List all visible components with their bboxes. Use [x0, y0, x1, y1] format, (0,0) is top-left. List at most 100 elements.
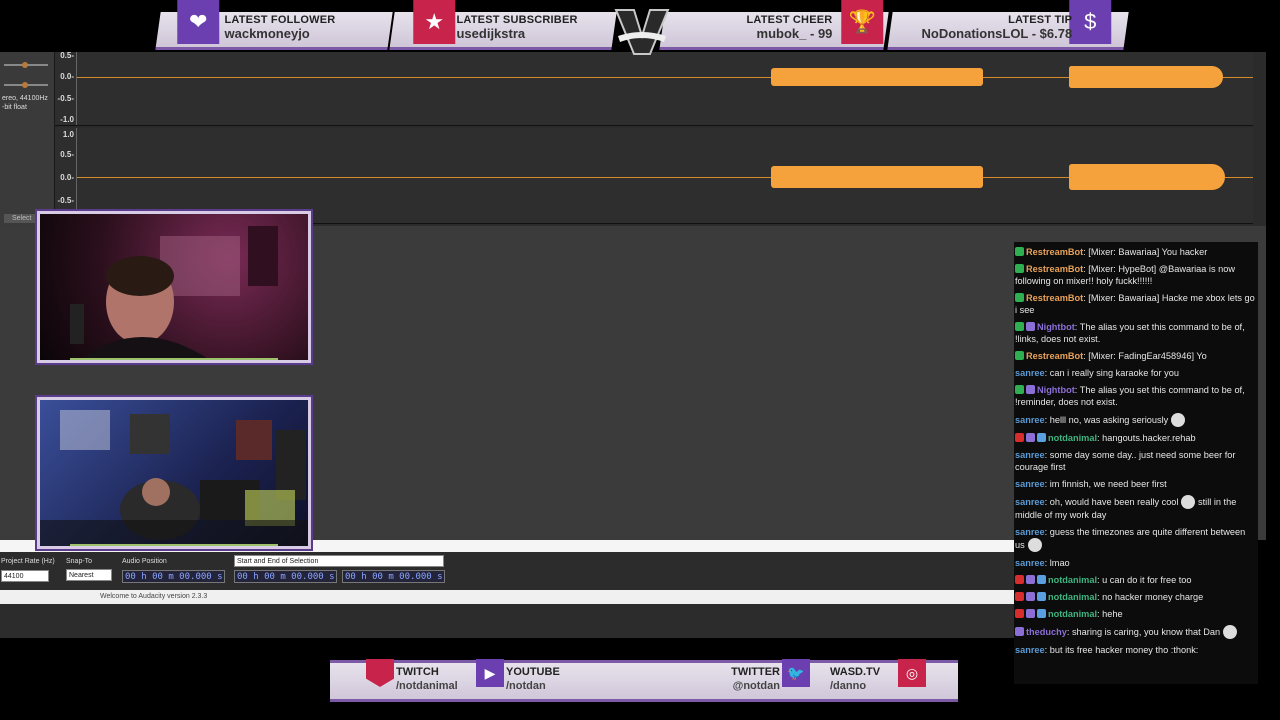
chat-username[interactable]: sanree — [1015, 479, 1045, 489]
scale-label: 0.0- — [60, 72, 74, 81]
latest-tip-value: NoDonationsLOL - $6.78 — [921, 26, 1073, 41]
chat-text: [Mixer: Bawariaa] You hacker — [1088, 247, 1208, 257]
chat-username[interactable]: sanree — [1015, 645, 1045, 655]
star-badge-icon — [1026, 433, 1035, 442]
chat-message: notdanimal: hehe — [1015, 608, 1255, 620]
chat-username[interactable]: notdanimal — [1048, 433, 1097, 443]
chat-username[interactable]: theduchy — [1026, 627, 1067, 637]
mod-badge-icon — [1026, 322, 1035, 331]
chat-username[interactable]: RestreamBot — [1026, 247, 1083, 257]
status-bar: Welcome to Audacity version 2.3.3 — [0, 590, 1014, 604]
chat-username[interactable]: sanree — [1015, 450, 1045, 460]
pan-slider[interactable] — [4, 82, 48, 88]
track-2-scale: 1.0 0.5- 0.0- -0.5- — [55, 128, 77, 223]
chat-username[interactable]: sanree — [1015, 368, 1045, 378]
audio-position-label: Audio Position — [122, 558, 167, 565]
waveform-clip — [771, 68, 983, 86]
twitter-handle: @notdan — [732, 680, 780, 692]
chat-text: hangouts.hacker.rehab — [1102, 433, 1196, 443]
chat-username[interactable]: sanree — [1015, 497, 1045, 507]
track-format-info: ereo, 44100Hz -bit float — [2, 95, 48, 111]
scale-label: -1.0 — [60, 115, 74, 124]
youtube-icon: ▶ — [476, 659, 504, 687]
sub-badge-icon — [1037, 575, 1046, 584]
chat-text: helll no, was asking seriously — [1049, 415, 1169, 425]
select-button[interactable]: Select — [4, 214, 40, 223]
youtube-handle: /notdan — [506, 680, 546, 692]
webcam-room — [37, 397, 311, 549]
chat-message: RestreamBot: [Mixer: Bawariaa] Hacke me … — [1015, 293, 1255, 315]
broadcaster-badge-icon — [1015, 609, 1024, 618]
mod-badge-icon — [1026, 385, 1035, 394]
broadcaster-badge-icon — [1015, 433, 1024, 442]
chat-username[interactable]: RestreamBot — [1026, 264, 1083, 274]
project-rate-label: Project Rate (Hz) — [1, 558, 55, 565]
star-badge-icon — [1026, 592, 1035, 601]
scale-label: 0.5- — [60, 150, 74, 159]
twitch-icon — [366, 659, 394, 687]
chat-message: sanree: helll no, was asking seriously — [1015, 413, 1255, 427]
heart-icon: ❤ — [177, 0, 220, 44]
scale-label: 0.0- — [60, 173, 74, 182]
webcam-face — [37, 211, 311, 363]
chat-username[interactable]: sanree — [1015, 558, 1045, 568]
audio-track-1[interactable]: 0.5- 0.0- -0.5- -1.0 — [55, 51, 1253, 126]
chat-username[interactable]: Nightbot — [1037, 322, 1075, 332]
sub-badge-icon — [1037, 609, 1046, 618]
twitch-label: TWITCH — [396, 666, 439, 678]
audio-position-field[interactable]: 00 h 00 m 00.000 s — [122, 570, 225, 583]
latest-subscriber-panel: ★ LATEST SUBSCRIBER usedijkstra — [389, 0, 617, 50]
chat-username[interactable]: RestreamBot — [1026, 351, 1083, 361]
chat-message: Nightbot: The alias you set this command… — [1015, 322, 1245, 344]
chat-username[interactable]: notdanimal — [1048, 592, 1097, 602]
chat-message: notdanimal: no hacker money charge — [1015, 591, 1255, 603]
instagram-icon: ◎ — [898, 659, 926, 687]
wasd-label: WASD.TV — [830, 666, 881, 678]
check-badge-icon — [1015, 351, 1024, 360]
audacity-selection-toolbar: Project Rate (Hz) 44100 Snap-To Nearest … — [0, 540, 1014, 638]
chat-message: sanree: some day some day.. just need so… — [1015, 450, 1236, 472]
scale-label: 1.0 — [62, 130, 74, 139]
emote-icon — [1171, 413, 1186, 427]
latest-subscriber-heading: LATEST SUBSCRIBER — [456, 14, 578, 26]
chat-username[interactable]: RestreamBot — [1026, 293, 1083, 303]
sub-badge-icon — [1037, 433, 1046, 442]
emote-icon — [1223, 625, 1238, 639]
selection-end-field[interactable]: 00 h 00 m 00.000 s — [342, 570, 445, 583]
gain-slider[interactable] — [4, 62, 48, 68]
chat-message: notdanimal: u can do it for free too — [1015, 574, 1255, 586]
chat-text: guess the timezones are quite different … — [1015, 527, 1246, 550]
social-links-bar: TWITCH /notdanimal ▶ YOUTUBE /notdan TWI… — [330, 659, 958, 702]
chat-text: can i really sing karaoke for you — [1049, 368, 1179, 378]
youtube-label: YOUTUBE — [506, 666, 560, 678]
chat-text: lmao — [1049, 558, 1070, 568]
chat-username[interactable]: sanree — [1015, 527, 1045, 537]
wasd-handle: /danno — [830, 680, 867, 692]
selection-mode-select[interactable]: Start and End of Selection — [234, 555, 444, 567]
chat-username[interactable]: Nightbot — [1037, 385, 1075, 395]
twitter-icon: 🐦 — [782, 659, 810, 687]
waveform-clip — [771, 166, 983, 188]
twitch-handle: /notdanimal — [396, 680, 458, 692]
sub-badge-icon — [1037, 592, 1046, 601]
chat-message: sanree: lmao — [1015, 558, 1070, 568]
chat-message: RestreamBot: [Mixer: Bawariaa] You hacke… — [1015, 246, 1255, 258]
chat-username[interactable]: notdanimal — [1048, 575, 1097, 585]
chat-text: u can do it for free too — [1102, 575, 1192, 585]
latest-cheer-value: mubok_ - 99 — [756, 26, 833, 41]
check-badge-icon — [1015, 247, 1024, 256]
chat-username[interactable]: notdanimal — [1048, 609, 1097, 619]
chat-username[interactable]: sanree — [1015, 415, 1045, 425]
star-badge-icon — [1026, 609, 1035, 618]
latest-tip-panel: $ LATEST TIP NoDonationsLOL - $6.78 — [887, 0, 1129, 50]
stream-alerts-bar: ❤ LATEST FOLLOWER wackmoneyjo ★ LATEST S… — [150, 0, 1130, 55]
trophy-icon: 🏆 — [841, 0, 884, 44]
chat-message: sanree: guess the timezones are quite di… — [1015, 527, 1246, 552]
audio-track-2[interactable]: 1.0 0.5- 0.0- -0.5- — [55, 128, 1253, 224]
snap-to-select[interactable]: Nearest — [66, 569, 112, 581]
check-badge-icon — [1015, 322, 1024, 331]
audacity-tracks: ereo, 44100Hz -bit float Select 0.5- 0.0… — [0, 51, 1266, 226]
chat-message: notdanimal: hangouts.hacker.rehab — [1015, 432, 1255, 444]
project-rate-select[interactable]: 44100 — [1, 570, 49, 582]
selection-start-field[interactable]: 00 h 00 m 00.000 s — [234, 570, 337, 583]
